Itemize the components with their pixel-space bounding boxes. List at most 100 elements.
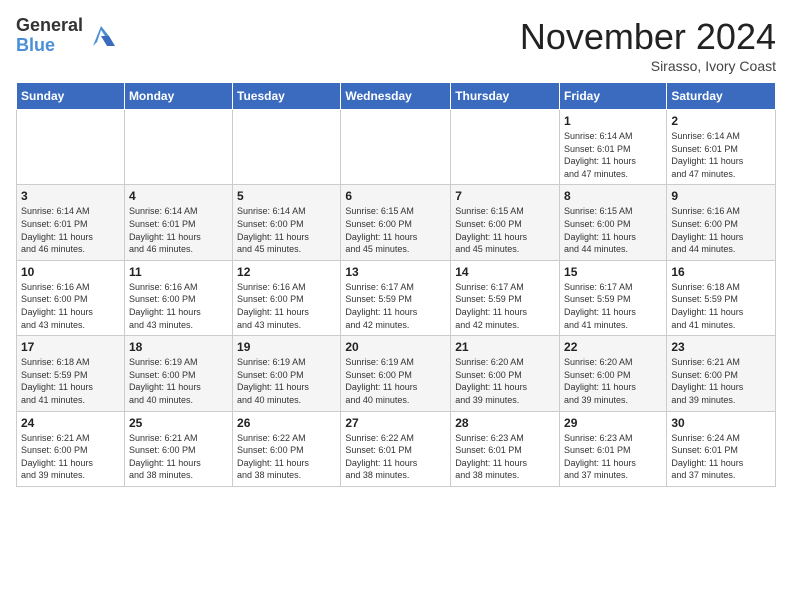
day-number: 6 [345,189,446,203]
day-info: Sunrise: 6:16 AM Sunset: 6:00 PM Dayligh… [671,205,771,255]
day-info: Sunrise: 6:17 AM Sunset: 5:59 PM Dayligh… [455,281,555,331]
calendar-week-row: 17Sunrise: 6:18 AM Sunset: 5:59 PM Dayli… [17,336,776,411]
weekday-header: Sunday [17,83,125,110]
calendar-cell: 7 Sunrise: 6:15 AM Sunset: 6:00 PM Daylig… [451,185,560,260]
calendar-table: SundayMondayTuesdayWednesdayThursdayFrid… [16,82,776,487]
logo-general: General [16,16,83,36]
day-info: Sunrise: 6:22 AM Sunset: 6:00 PM Dayligh… [237,432,336,482]
calendar-cell: 23 Sunrise: 6:21 AM Sunset: 6:00 PM Dayli… [667,336,776,411]
calendar-week-row: 10 Sunrise: 6:16 AM Sunset: 6:00 PM Dayli… [17,260,776,335]
calendar-cell: 12 Sunrise: 6:16 AM Sunset: 6:00 PM Dayli… [233,260,341,335]
day-info: Sunrise: 6:19 AM Sunset: 6:00 PM Dayligh… [345,356,446,406]
day-info: Sunrise: 6:21 AM Sunset: 6:00 PM Dayligh… [21,432,120,482]
day-number: 1 [564,114,662,128]
calendar-cell [341,110,451,185]
day-info: Sunrise: 6:15 AM Sunset: 6:00 PM Dayligh… [455,205,555,255]
calendar-cell: 22 Sunrise: 6:20 AM Sunset: 6:00 PM Dayli… [560,336,667,411]
day-info: Sunrise: 6:16 AM Sunset: 6:00 PM Dayligh… [237,281,336,331]
day-number: 23 [671,340,771,354]
day-number: 28 [455,416,555,430]
location: Sirasso, Ivory Coast [520,58,776,74]
day-number: 24 [21,416,120,430]
calendar-cell: 1 Sunrise: 6:14 AM Sunset: 6:01 PM Daylig… [560,110,667,185]
day-info: Sunrise: 6:19 AM Sunset: 6:00 PM Dayligh… [237,356,336,406]
weekday-header: Tuesday [233,83,341,110]
calendar-cell: 5 Sunrise: 6:14 AM Sunset: 6:00 PM Daylig… [233,185,341,260]
calendar-cell: 19 Sunrise: 6:19 AM Sunset: 6:00 PM Dayli… [233,336,341,411]
calendar-cell: 8 Sunrise: 6:15 AM Sunset: 6:00 PM Daylig… [560,185,667,260]
logo-icon [87,22,115,50]
day-info: Sunrise: 6:17 AM Sunset: 5:59 PM Dayligh… [345,281,446,331]
day-info: Sunrise: 6:23 AM Sunset: 6:01 PM Dayligh… [455,432,555,482]
calendar-cell [17,110,125,185]
calendar-cell: 16 Sunrise: 6:18 AM Sunset: 5:59 PM Dayli… [667,260,776,335]
calendar-cell [124,110,232,185]
calendar-cell: 3Sunrise: 6:14 AM Sunset: 6:01 PM Daylig… [17,185,125,260]
day-number: 19 [237,340,336,354]
day-number: 27 [345,416,446,430]
calendar-cell: 30 Sunrise: 6:24 AM Sunset: 6:01 PM Dayli… [667,411,776,486]
day-number: 12 [237,265,336,279]
calendar-header-row: SundayMondayTuesdayWednesdayThursdayFrid… [17,83,776,110]
calendar-cell: 11 Sunrise: 6:16 AM Sunset: 6:00 PM Dayli… [124,260,232,335]
day-number: 21 [455,340,555,354]
day-number: 22 [564,340,662,354]
day-number: 2 [671,114,771,128]
day-number: 11 [129,265,228,279]
calendar-cell: 15 Sunrise: 6:17 AM Sunset: 5:59 PM Dayli… [560,260,667,335]
day-info: Sunrise: 6:18 AM Sunset: 5:59 PM Dayligh… [21,356,120,406]
day-number: 8 [564,189,662,203]
day-number: 29 [564,416,662,430]
calendar-week-row: 3 Sunrise: 6:14 AM Sunset: 6:01 PM Daylig… [17,185,776,260]
day-number: 7 [455,189,555,203]
day-number: 15 [564,265,662,279]
calendar-cell: 28 Sunrise: 6:23 AM Sunset: 6:01 PM Dayli… [451,411,560,486]
weekday-header: Friday [560,83,667,110]
calendar-cell: 25Sunrise: 6:21 AM Sunset: 6:00 PM Dayli… [124,411,232,486]
day-info: Sunrise: 6:20 AM Sunset: 6:00 PM Dayligh… [564,356,662,406]
calendar-cell: 6Sunrise: 6:15 AM Sunset: 6:00 PM Daylig… [341,185,451,260]
weekday-header: Wednesday [341,83,451,110]
day-number: 9 [671,189,771,203]
day-info: Sunrise: 6:18 AM Sunset: 5:59 PM Dayligh… [671,281,771,331]
day-info: Sunrise: 6:21 AM Sunset: 6:00 PM Dayligh… [671,356,771,406]
day-number: 20 [345,340,446,354]
calendar-cell: 26 Sunrise: 6:22 AM Sunset: 6:00 PM Dayli… [233,411,341,486]
calendar-week-row: 24 Sunrise: 6:21 AM Sunset: 6:00 PM Dayli… [17,411,776,486]
day-info: Sunrise: 6:17 AM Sunset: 5:59 PM Dayligh… [564,281,662,331]
calendar-cell: 14 Sunrise: 6:17 AM Sunset: 5:59 PM Dayli… [451,260,560,335]
day-info: Sunrise: 6:24 AM Sunset: 6:01 PM Dayligh… [671,432,771,482]
day-number: 30 [671,416,771,430]
weekday-header: Saturday [667,83,776,110]
day-info: Sunrise: 6:15 AM Sunset: 6:00 PM Dayligh… [564,205,662,255]
day-info: Sunrise: 6:21 AM Sunset: 6:00 PM Dayligh… [129,432,228,482]
day-info: Sunrise: 6:14 AM Sunset: 6:01 PM Dayligh… [564,130,662,180]
day-number: 5 [237,189,336,203]
day-number: 16 [671,265,771,279]
day-info: Sunrise: 6:14 AM Sunset: 6:01 PM Dayligh… [671,130,771,180]
logo-blue: Blue [16,36,83,56]
calendar-cell: 4Sunrise: 6:14 AM Sunset: 6:01 PM Daylig… [124,185,232,260]
calendar-cell: 13 Sunrise: 6:17 AM Sunset: 5:59 PM Dayli… [341,260,451,335]
day-number: 13 [345,265,446,279]
weekday-header: Monday [124,83,232,110]
calendar-cell [451,110,560,185]
calendar-cell: 27 Sunrise: 6:22 AM Sunset: 6:01 PM Dayli… [341,411,451,486]
calendar-cell: 24 Sunrise: 6:21 AM Sunset: 6:00 PM Dayli… [17,411,125,486]
day-info: Sunrise: 6:14 AM Sunset: 6:00 PM Dayligh… [237,205,336,255]
day-info: Sunrise: 6:14 AM Sunset: 6:01 PM Dayligh… [129,205,228,255]
calendar-cell: 20 Sunrise: 6:19 AM Sunset: 6:00 PM Dayli… [341,336,451,411]
calendar-cell [233,110,341,185]
day-info: Sunrise: 6:22 AM Sunset: 6:01 PM Dayligh… [345,432,446,482]
day-number: 3 [21,189,120,203]
title-area: November 2024 Sirasso, Ivory Coast [520,16,776,74]
page-header: General Blue November 2024 Sirasso, Ivor… [16,16,776,74]
calendar-cell: 2 Sunrise: 6:14 AM Sunset: 6:01 PM Daylig… [667,110,776,185]
day-number: 26 [237,416,336,430]
calendar-cell: 17Sunrise: 6:18 AM Sunset: 5:59 PM Dayli… [17,336,125,411]
day-info: Sunrise: 6:16 AM Sunset: 6:00 PM Dayligh… [129,281,228,331]
logo: General Blue [16,16,115,56]
day-number: 14 [455,265,555,279]
day-number: 18 [129,340,228,354]
day-number: 10 [21,265,120,279]
